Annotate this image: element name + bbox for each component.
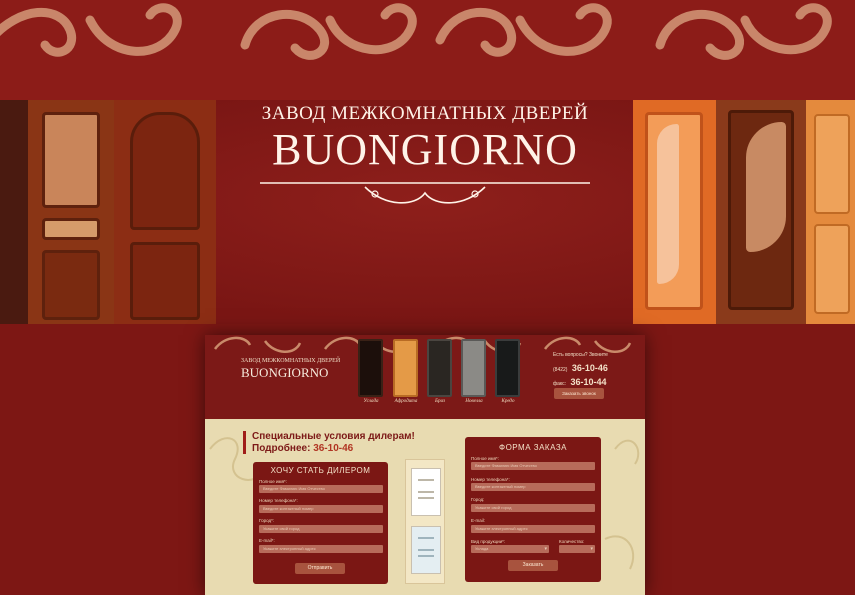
certificate-image[interactable] — [411, 526, 441, 574]
dealer-phone-input[interactable]: Введите контактный номер — [259, 505, 383, 513]
order-product-label: Вид продукции*: — [471, 539, 506, 544]
ornament-pattern — [0, 3, 832, 60]
dealer-email-label: E-mail*: — [259, 538, 275, 543]
dealer-phone-label: Номер телефона*: — [259, 498, 298, 503]
door-label-kredo[interactable]: Кредо — [486, 399, 530, 404]
order-submit-button[interactable]: Заказать — [508, 560, 558, 571]
dealer-more: Подробнее: 36-10-46 — [252, 442, 354, 454]
order-email-input[interactable]: Укажите электронный адрес — [471, 525, 595, 533]
site-header: ЗАВОД МЕЖКОМНАТНЫХ ДВЕРЕЙ BUONGIORNO Усл… — [205, 335, 645, 419]
order-qty-label: Количество: — [559, 539, 585, 544]
door-image-right-light — [806, 100, 855, 324]
dealer-city-input[interactable]: Укажите свой город — [259, 525, 383, 533]
order-product-select[interactable]: Услада ▾ — [471, 545, 549, 553]
dealer-form: ХОЧУ СТАТЬ ДИЛЕРОМ Полное имя*: Введите … — [253, 462, 388, 584]
hero-banner: ЗАВОД МЕЖКОМНАТНЫХ ДВЕРЕЙ BUONGIORNO — [0, 100, 855, 324]
door-thumbnail-briz[interactable] — [427, 339, 452, 397]
chevron-down-icon: ▾ — [544, 546, 547, 552]
dealer-email-input[interactable]: Укажите электронный адрес — [259, 545, 383, 553]
door-thumbnail-uslada[interactable] — [358, 339, 383, 397]
order-phone-label: Номер телефона*: — [471, 477, 510, 482]
door-thumbnail-novella[interactable] — [461, 339, 486, 397]
certificates-column — [405, 459, 445, 584]
hero-title: ЗАВОД МЕЖКОМНАТНЫХ ДВЕРЕЙ BUONGIORNO — [255, 103, 595, 214]
order-form-title: ФОРМА ЗАКАЗА — [498, 443, 567, 452]
dealer-phone: 36-10-46 — [313, 442, 354, 454]
certificate-image[interactable] — [411, 468, 441, 516]
door-thumbnail-kredo[interactable] — [495, 339, 520, 397]
door-image-left-glass — [28, 100, 114, 324]
dealer-submit-button[interactable]: Отправить — [295, 563, 345, 574]
door-image-left-panel — [114, 100, 216, 324]
dealer-form-title: ХОЧУ СТАТЬ ДИЛЕРОМ — [270, 466, 371, 475]
door-image-right-orange — [633, 100, 716, 324]
website-preview: ЗАВОД МЕЖКОМНАТНЫХ ДВЕРЕЙ BUONGIORNO Усл… — [205, 335, 645, 595]
dealer-name-input[interactable]: Введите Фамилию Имя Отчество — [259, 485, 383, 493]
chevron-down-icon: ▾ — [590, 546, 593, 552]
order-phone-input[interactable]: Введите контактный номер — [471, 483, 595, 491]
dealer-headline: Специальные условия дилерам! — [252, 431, 415, 442]
dealer-city-label: Город*: — [259, 518, 275, 523]
door-thumbnail-afrodita[interactable] — [393, 339, 418, 397]
order-name-label: Полное имя*: — [471, 456, 500, 461]
callback-button[interactable]: Заказать звонок — [554, 388, 604, 399]
door-image-right-brown — [716, 100, 806, 324]
dealer-banner: Специальные условия дилерам! Подробнее: … — [243, 431, 443, 454]
site-logo[interactable]: BUONGIORNO — [241, 365, 328, 381]
door-image-left-dark — [0, 100, 28, 324]
order-city-label: Город: — [471, 497, 485, 502]
order-qty-select[interactable]: ▾ — [559, 545, 595, 553]
order-email-label: E-mail: — [471, 518, 486, 523]
order-city-input[interactable]: Укажите свой город — [471, 504, 595, 512]
hero-subtitle: ЗАВОД МЕЖКОМНАТНЫХ ДВЕРЕЙ — [261, 103, 589, 124]
brand-logo: BUONGIORNO — [272, 125, 578, 174]
dealer-name-label: Полное имя*: — [259, 479, 288, 484]
site-logo-subtitle: ЗАВОД МЕЖКОМНАТНЫХ ДВЕРЕЙ — [241, 358, 341, 364]
order-name-input[interactable]: Введите Фамилию Имя Отчество — [471, 462, 595, 470]
order-form: ФОРМА ЗАКАЗА Полное имя*: Введите Фамили… — [465, 437, 601, 582]
ornament-band — [0, 0, 855, 100]
flourish-icon — [260, 182, 590, 204]
